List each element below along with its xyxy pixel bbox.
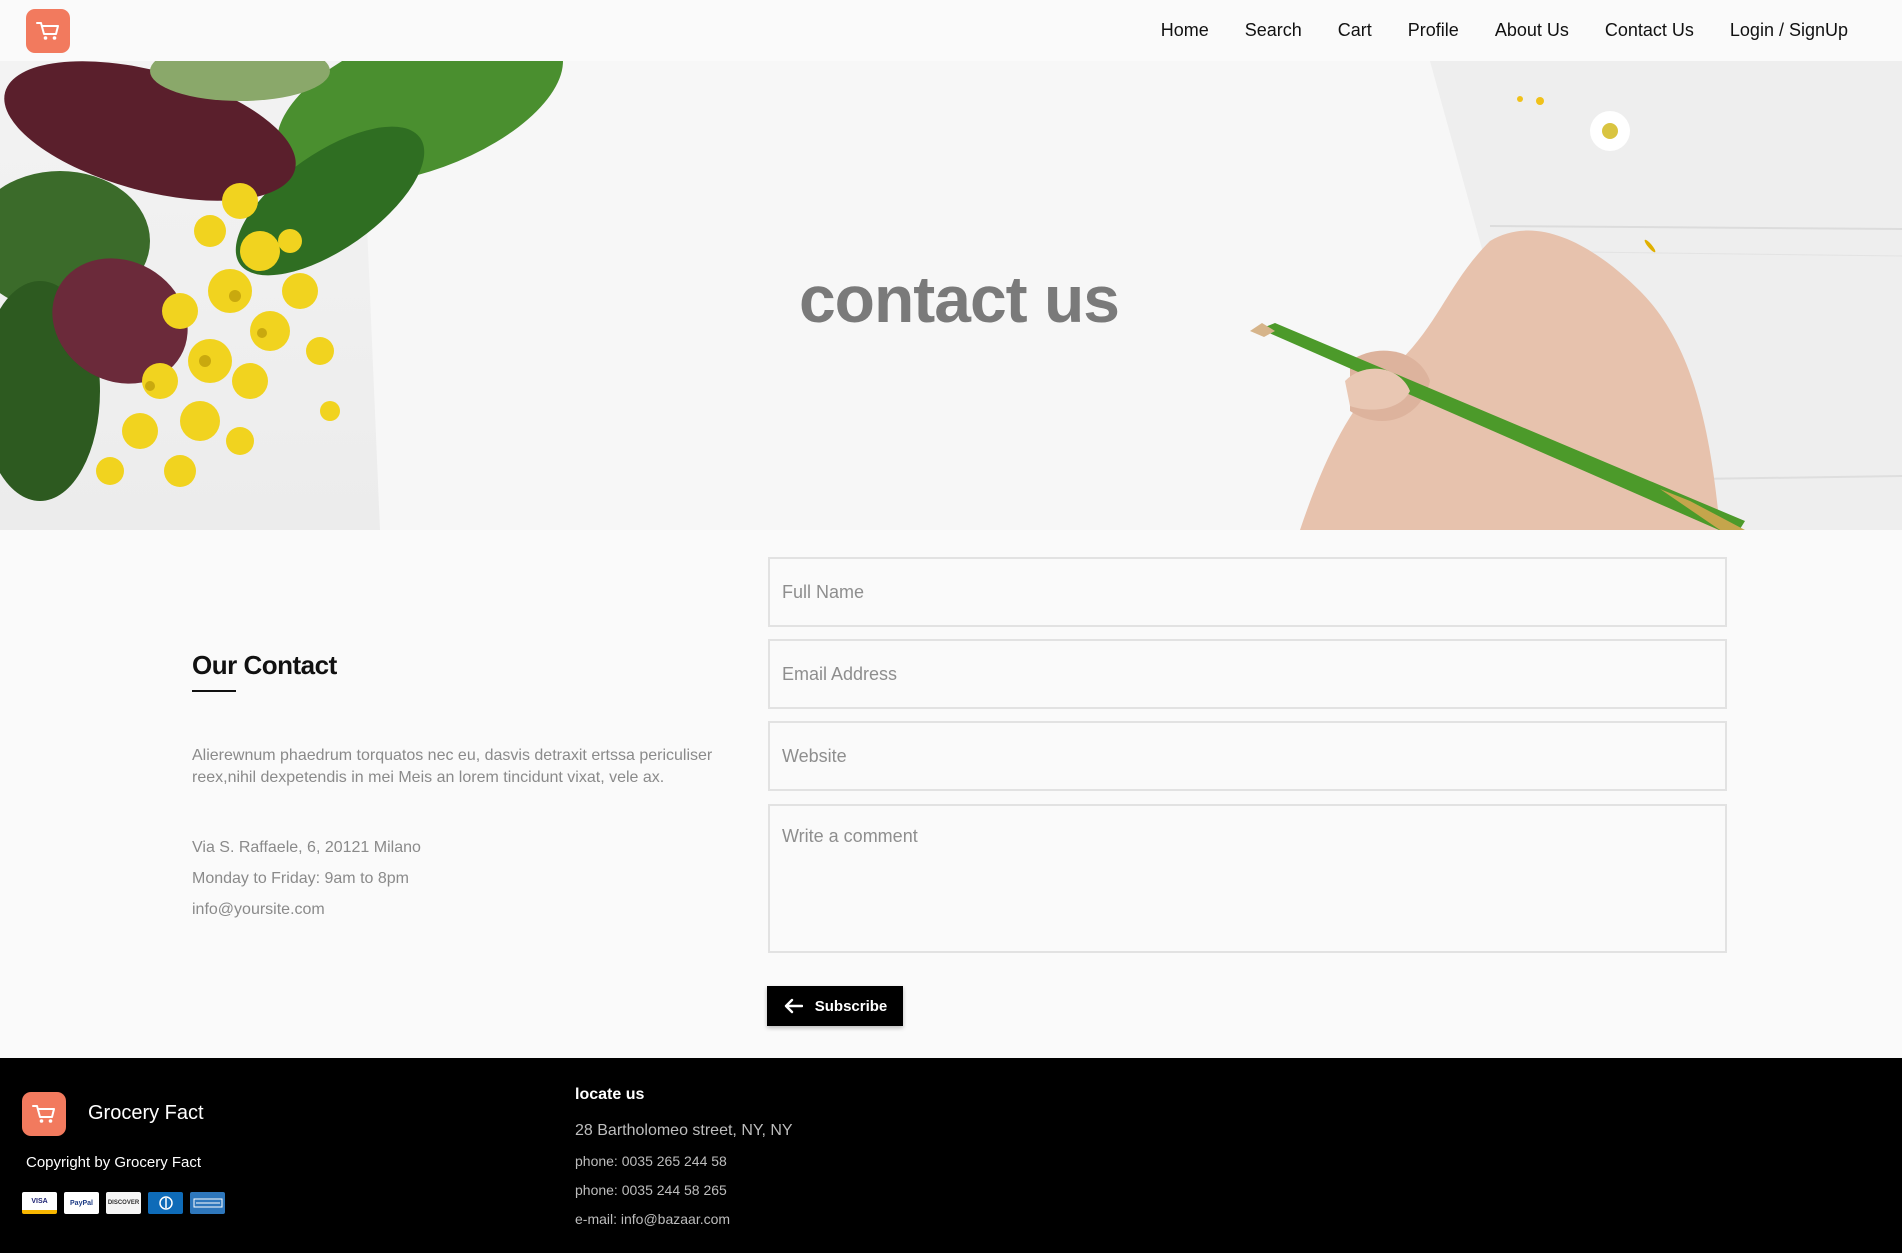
payment-methods: VISA PayPal DISCOVER	[22, 1192, 225, 1214]
footer-logo[interactable]	[22, 1092, 66, 1136]
full-name-input[interactable]	[768, 557, 1727, 627]
nav-profile[interactable]: Profile	[1408, 20, 1459, 41]
cart-icon	[32, 1105, 55, 1123]
footer-email: e-mail: info@bazaar.com	[575, 1211, 731, 1227]
nav-search[interactable]: Search	[1245, 20, 1302, 41]
nav-about-us[interactable]: About Us	[1495, 20, 1569, 41]
our-contact-heading: Our Contact	[192, 650, 337, 680]
locate-us-heading: locate us	[575, 1086, 645, 1103]
nav-home[interactable]: Home	[1161, 20, 1209, 41]
contact-address: Via S. Raffaele, 6, 20121 Milano	[192, 839, 421, 856]
contact-description: Alierewnum phaedrum torquatos nec eu, da…	[192, 747, 713, 786]
subscribe-label: Subscribe	[814, 997, 888, 1015]
heading-underline	[192, 690, 236, 692]
visa-card-icon: VISA	[22, 1192, 57, 1214]
contact-email: info@yoursite.com	[192, 901, 325, 918]
nav-contact-us[interactable]: Contact Us	[1605, 20, 1694, 41]
diners-club-card-icon	[148, 1192, 183, 1214]
main-nav: Home Search Cart Profile About Us Contac…	[1161, 0, 1848, 61]
cart-icon	[36, 22, 59, 40]
footer-phone-2: phone: 0035 244 58 265	[575, 1182, 727, 1198]
brand-logo[interactable]	[26, 9, 70, 53]
footer-brand-name: Grocery Fact	[88, 1102, 204, 1124]
discover-card-icon: DISCOVER	[106, 1192, 141, 1214]
arrow-left-icon	[784, 998, 803, 1014]
contact-hours: Monday to Friday: 9am to 8pm	[192, 870, 409, 887]
footer-copyright: Copyright by Grocery Fact	[26, 1154, 202, 1171]
email-input[interactable]	[768, 639, 1727, 709]
nav-cart[interactable]: Cart	[1338, 20, 1372, 41]
website-input[interactable]	[768, 721, 1727, 791]
hero-title: contact us	[798, 261, 1120, 336]
subscribe-button[interactable]: Subscribe	[767, 986, 903, 1026]
paypal-card-icon: PayPal	[64, 1192, 99, 1214]
hero-banner: contact us	[0, 61, 1902, 530]
footer-phone-1: phone: 0035 265 244 58	[575, 1153, 727, 1169]
amex-card-icon	[190, 1192, 225, 1214]
nav-login-signup[interactable]: Login / SignUp	[1730, 20, 1848, 41]
comment-textarea[interactable]	[768, 804, 1727, 953]
footer: Grocery Fact Copyright by Grocery Fact V…	[0, 1058, 1902, 1253]
footer-address: 28 Bartholomeo street, NY, NY	[575, 1122, 793, 1139]
navbar: Home Search Cart Profile About Us Contac…	[0, 0, 1902, 61]
contact-info: Our Contact	[192, 650, 742, 692]
contact-details: Via S. Raffaele, 6, 20121 Milano Monday …	[192, 837, 421, 930]
